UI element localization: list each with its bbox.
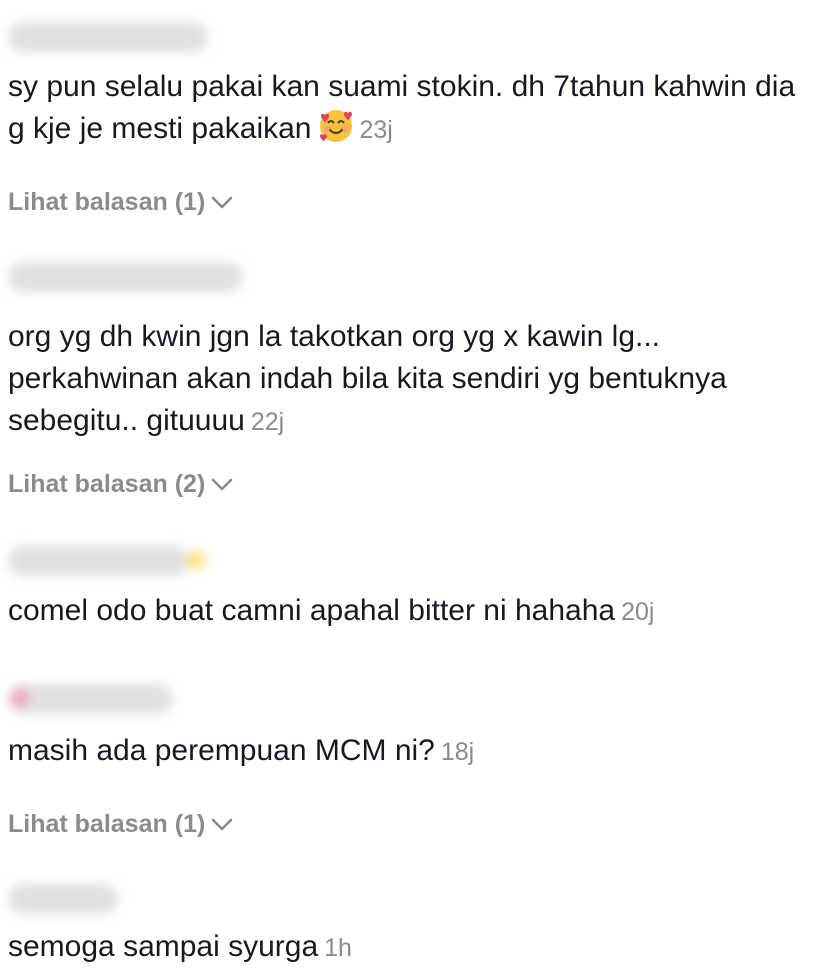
comment-text: masih ada perempuan MCM ni? 18j <box>8 730 820 773</box>
chevron-down-icon <box>211 196 233 208</box>
comment-body: masih ada perempuan MCM ni? <box>8 734 435 767</box>
username-blurred[interactable] <box>8 684 173 714</box>
chevron-down-icon <box>211 818 233 830</box>
comment-body: sy pun selalu pakai kan suami stokin. dh… <box>8 70 796 145</box>
comment-body: comel odo buat camni apahal bitter ni ha… <box>8 594 616 627</box>
view-replies-button[interactable]: Lihat balasan (1) <box>8 188 233 217</box>
comment-text: sy pun selalu pakai kan suami stokin. dh… <box>8 66 820 151</box>
username-blurred[interactable] <box>8 262 243 292</box>
blurred-emoji <box>10 688 30 708</box>
comment-time: 22j <box>250 408 285 436</box>
comment-text: semoga sampai syurga 1h <box>8 926 820 969</box>
comment-text: comel odo buat camni apahal bitter ni ha… <box>8 590 820 633</box>
username-blurred[interactable] <box>8 546 206 576</box>
comment-body: org yg dh kwin jgn la takotkan org yg x … <box>8 320 727 437</box>
comment-time: 20j <box>621 598 655 626</box>
comment-body: semoga sampai syurga <box>8 930 319 963</box>
smiling-face-with-hearts-icon <box>319 110 352 142</box>
blurred-emoji <box>186 550 206 570</box>
view-replies-label: Lihat balasan (1) <box>8 810 206 838</box>
comment-time: 23j <box>359 116 393 144</box>
view-replies-label: Lihat balasan (1) <box>8 188 206 216</box>
view-replies-button[interactable]: Lihat balasan (2) <box>8 470 233 499</box>
chevron-down-icon <box>211 478 233 490</box>
view-replies-button[interactable]: Lihat balasan (1) <box>8 810 233 839</box>
comment-text: org yg dh kwin jgn la takotkan org yg x … <box>8 316 820 443</box>
username-blurred[interactable] <box>8 22 208 52</box>
comment-time: 1h <box>324 934 352 962</box>
comment-time: 18j <box>440 738 475 766</box>
username-blurred[interactable] <box>8 884 118 914</box>
view-replies-label: Lihat balasan (2) <box>8 470 206 498</box>
